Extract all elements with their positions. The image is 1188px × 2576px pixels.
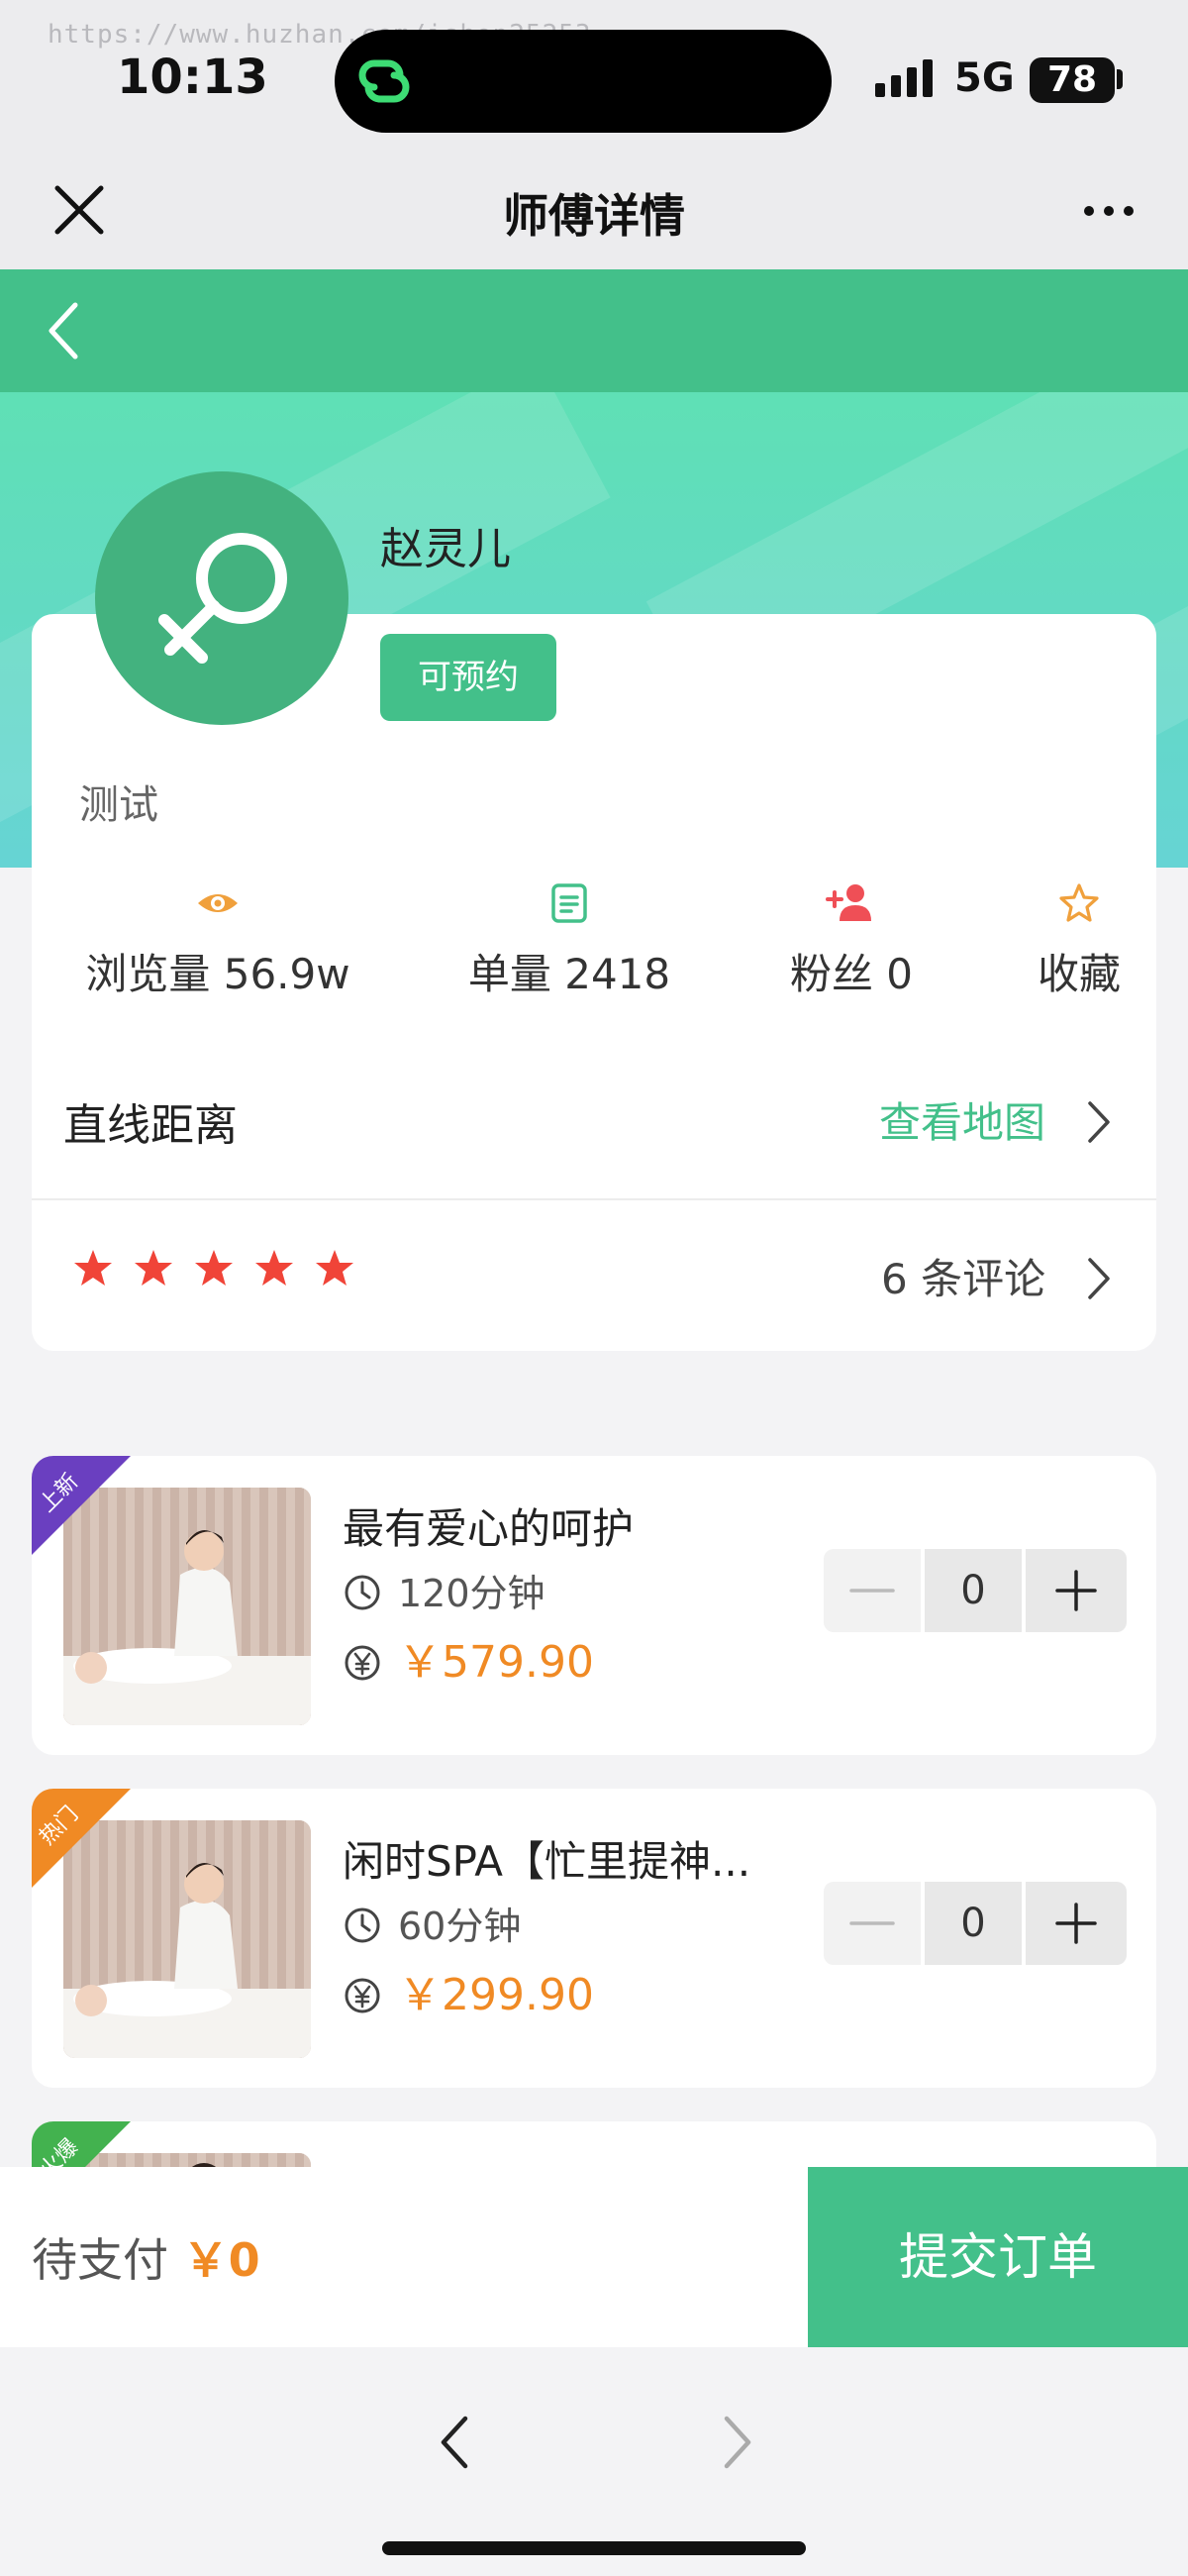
back-chevron-icon[interactable] bbox=[44, 299, 83, 362]
minus-icon bbox=[849, 1921, 895, 1925]
star-icon bbox=[316, 1250, 353, 1286]
service-duration-text: 60分钟 bbox=[398, 1905, 522, 1948]
star-outline-icon[interactable] bbox=[1057, 881, 1101, 925]
service-card[interactable]: 热门 闲时SPA【忙里提神... 60分钟 ￥299.90 0 bbox=[32, 1789, 1156, 2088]
star-icon bbox=[74, 1250, 112, 1286]
browser-back-icon[interactable] bbox=[436, 2411, 475, 2474]
stat-fans: 粉丝 0 bbox=[762, 881, 940, 1020]
wechat-link-icon bbox=[358, 59, 410, 103]
plus-icon bbox=[1055, 1570, 1097, 1611]
add-user-icon bbox=[826, 884, 871, 921]
reviews-label: 6 条评论 bbox=[881, 1255, 1046, 1303]
chevron-right-icon bbox=[1088, 1101, 1111, 1143]
pending-payment-amount: ￥0 bbox=[182, 2233, 260, 2287]
stat-orders: 单量 2418 bbox=[436, 881, 703, 1020]
provider-name: 赵灵儿 bbox=[380, 524, 511, 574]
signal-icon bbox=[875, 59, 933, 97]
star-icon bbox=[255, 1250, 293, 1286]
reviews-link[interactable]: 6 条评论 bbox=[881, 1246, 1114, 1306]
stat-favorite-label: 收藏 bbox=[1037, 950, 1121, 998]
page-title: 师傅详情 bbox=[503, 189, 685, 243]
service-price-text: ￥299.90 bbox=[398, 1970, 594, 2020]
service-price-text: ￥579.90 bbox=[398, 1637, 594, 1688]
yuan-icon bbox=[345, 1645, 380, 1681]
increment-button[interactable] bbox=[1026, 1549, 1127, 1632]
decrement-button[interactable] bbox=[824, 1549, 921, 1632]
stat-views: 浏览量 56.9w bbox=[69, 881, 366, 1020]
view-map-link[interactable]: 查看地图 bbox=[879, 1089, 1114, 1150]
ribbon-badge: 上新 bbox=[32, 1456, 131, 1555]
rating-stars bbox=[74, 1250, 353, 1286]
quantity-stepper: 0 bbox=[824, 1882, 1127, 1965]
star-icon bbox=[135, 1250, 172, 1286]
service-price: ￥579.90 bbox=[343, 1626, 594, 1690]
star-icon bbox=[195, 1250, 233, 1286]
decrement-button[interactable] bbox=[824, 1882, 921, 1965]
clipboard-icon bbox=[551, 883, 587, 923]
distance-label: 直线距离 bbox=[63, 1100, 238, 1151]
stat-favorite[interactable]: 收藏 bbox=[1020, 881, 1138, 1020]
chevron-right-icon bbox=[1088, 1258, 1111, 1299]
stat-orders-label: 单量 2418 bbox=[467, 950, 671, 998]
browser-forward-icon[interactable] bbox=[717, 2411, 756, 2474]
stat-views-label: 浏览量 56.9w bbox=[85, 950, 350, 998]
minus-icon bbox=[849, 1589, 895, 1593]
green-header bbox=[0, 269, 1188, 392]
quantity-value[interactable]: 0 bbox=[925, 1882, 1022, 1965]
service-price: ￥299.90 bbox=[343, 1959, 594, 2022]
plus-icon bbox=[1055, 1903, 1097, 1944]
service-title: 闲时SPA【忙里提神... bbox=[343, 1837, 751, 1886]
clock-icon bbox=[345, 1575, 380, 1610]
service-card[interactable]: 上新 最有爱心的呵护 120分钟 ￥579.90 0 bbox=[32, 1456, 1156, 1755]
service-duration: 60分钟 bbox=[343, 1896, 521, 1950]
stat-fans-label: 粉丝 0 bbox=[789, 950, 914, 998]
battery-tip bbox=[1117, 69, 1123, 89]
divider bbox=[32, 1198, 1156, 1200]
more-icon[interactable] bbox=[1079, 186, 1138, 236]
view-map-label: 查看地图 bbox=[879, 1098, 1046, 1147]
quantity-value[interactable]: 0 bbox=[925, 1549, 1022, 1632]
eye-icon bbox=[198, 894, 238, 912]
service-title: 最有爱心的呵护 bbox=[343, 1504, 635, 1553]
female-icon bbox=[158, 533, 287, 664]
ribbon-badge: 热门 bbox=[32, 1789, 131, 1888]
network-label: 5G bbox=[954, 55, 1015, 101]
avatar bbox=[95, 471, 348, 725]
home-indicator bbox=[382, 2541, 806, 2555]
pending-payment-label: 待支付 bbox=[32, 2233, 168, 2287]
status-badge: 可预约 bbox=[380, 634, 556, 721]
dynamic-island bbox=[335, 30, 832, 133]
clock-icon bbox=[345, 1907, 380, 1943]
submit-order-button[interactable]: 提交订单 bbox=[808, 2167, 1188, 2347]
pending-payment: 待支付 ￥0 bbox=[32, 2224, 260, 2290]
nav-bar: 师傅详情 bbox=[0, 158, 1188, 269]
battery-indicator: 78 bbox=[1030, 57, 1115, 103]
yuan-icon bbox=[345, 1978, 380, 2013]
service-duration: 120分钟 bbox=[343, 1563, 545, 1617]
status-bar: https://www.huzhan.com/ishop25253 10:13 … bbox=[0, 0, 1188, 158]
service-duration-text: 120分钟 bbox=[398, 1572, 545, 1615]
quantity-stepper: 0 bbox=[824, 1549, 1127, 1632]
provider-description: 测试 bbox=[79, 782, 158, 828]
browser-toolbar bbox=[0, 2347, 1188, 2576]
status-time: 10:13 bbox=[117, 50, 268, 105]
increment-button[interactable] bbox=[1026, 1882, 1127, 1965]
